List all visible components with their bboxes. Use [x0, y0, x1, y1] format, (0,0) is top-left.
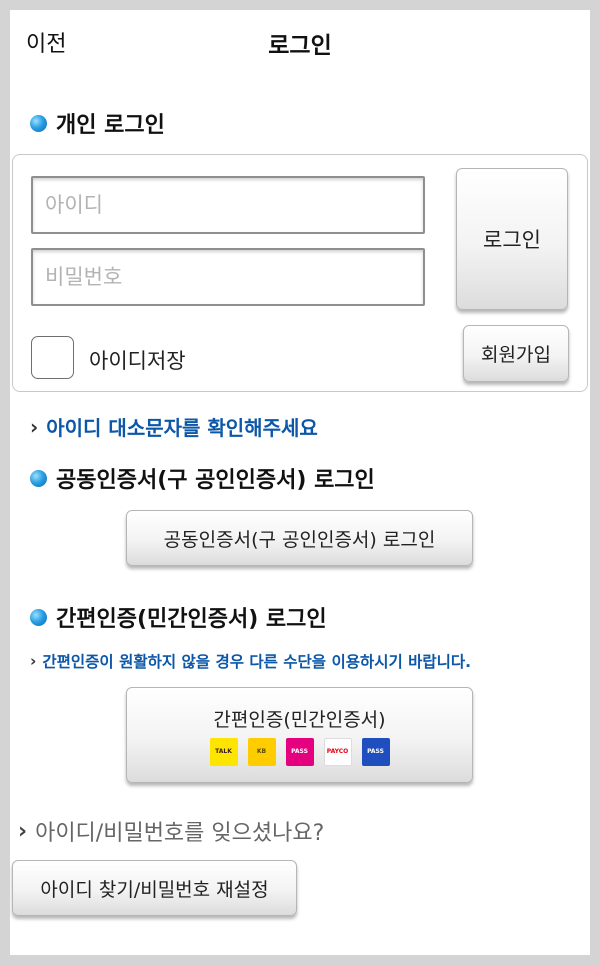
simple-auth-hint: › 간편인증이 원활하지 않을 경우 다른 수단을 이용하시기 바랍니다. [30, 650, 471, 672]
bullet-dot-icon [30, 114, 47, 132]
signup-button[interactable]: 회원가입 [463, 325, 569, 382]
id-case-hint: › 아이디 대소문자를 확인해주세요 [30, 412, 318, 441]
provider-icons: TALK KB PASS PAYCO PASS [209, 737, 390, 766]
top-bar: 이전 로그인 [10, 10, 590, 72]
forgot-question: 아이디/비밀번호를 잊으셨나요? [35, 821, 325, 846]
chevron-right-icon: › [18, 818, 28, 844]
bullet-dot-icon [30, 608, 47, 626]
cert-login-heading: 공동인증서(구 공인인증서) 로그인 [30, 462, 375, 494]
forgot-heading: › 아이디/비밀번호를 잊으셨나요? [18, 815, 324, 847]
id-case-hint-text: 아이디 대소문자를 확인해주세요 [46, 416, 318, 440]
simple-auth-title: 간편인증(민간인증서) 로그인 [56, 607, 327, 632]
provider-icon: PASS [361, 737, 390, 766]
provider-icon: TALK [209, 737, 238, 766]
login-button[interactable]: 로그인 [456, 168, 568, 310]
chevron-right-icon: › [30, 652, 37, 670]
simple-auth-button-label: 간편인증(민간인증서) [213, 708, 386, 731]
password-input[interactable] [31, 248, 425, 306]
personal-login-heading: 개인 로그인 [30, 107, 165, 139]
save-id-label: 아이디저장 [89, 349, 186, 373]
personal-login-title: 개인 로그인 [56, 113, 165, 138]
provider-icon: KB [247, 737, 276, 766]
cert-login-button[interactable]: 공동인증서(구 공인인증서) 로그인 [126, 510, 473, 566]
personal-login-box: 로그인 아이디저장 회원가입 [12, 154, 588, 392]
page-title: 로그인 [268, 33, 332, 59]
chevron-right-icon: › [30, 414, 39, 439]
cert-login-title: 공동인증서(구 공인인증서) 로그인 [56, 468, 375, 493]
simple-auth-button[interactable]: 간편인증(민간인증서) TALK KB PASS PAYCO PASS [126, 687, 473, 783]
provider-icon: PAYCO [323, 737, 352, 766]
simple-auth-hint-text: 간편인증이 원활하지 않을 경우 다른 수단을 이용하시기 바랍니다. [42, 653, 472, 671]
provider-icon: PASS [285, 737, 314, 766]
bullet-dot-icon [30, 469, 47, 487]
id-input[interactable] [31, 176, 425, 234]
login-screen: 이전 로그인 개인 로그인 로그인 아이디저장 회원가입 › 아이디 대소문자를… [10, 10, 590, 955]
find-id-reset-pw-button[interactable]: 아이디 찾기/비밀번호 재설정 [12, 860, 297, 916]
simple-auth-heading: 간편인증(민간인증서) 로그인 [30, 601, 327, 633]
save-id-checkbox[interactable] [31, 336, 74, 379]
